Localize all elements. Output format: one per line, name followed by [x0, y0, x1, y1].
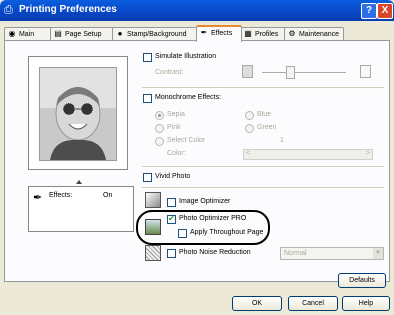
tab-strip: ◉ Main ▤ Page Setup ● Stamp/Background ✒… [4, 25, 390, 42]
image-optimizer-checkbox[interactable] [167, 198, 176, 207]
triangle-indicator [76, 180, 82, 184]
child-photo-image [40, 68, 116, 160]
defaults-button[interactable]: Defaults [338, 273, 386, 288]
pink-radio[interactable] [155, 124, 164, 133]
contrast-slider-track[interactable] [262, 72, 346, 73]
preview-photo [39, 67, 117, 161]
sepia-label: Sepia [167, 111, 185, 118]
effects-info-box: ✒ Effects: On [28, 186, 134, 232]
image-optimizer-icon [145, 192, 161, 208]
preview-frame [28, 56, 128, 170]
effects-info-value: On [103, 192, 113, 199]
simulate-illustration-checkbox[interactable] [143, 53, 152, 62]
monochrome-effects-checkbox[interactable] [143, 94, 152, 103]
maintenance-icon: ⚙ [288, 29, 296, 38]
window-title: Printing Preferences [19, 4, 117, 15]
select-color-radio[interactable] [155, 137, 164, 146]
effects-pen-icon: ✒ [33, 192, 43, 204]
tab-page-setup[interactable]: ▤ Page Setup [50, 27, 114, 40]
page-setup-icon: ▤ [54, 29, 62, 38]
scroll-left-icon[interactable]: < [246, 150, 250, 157]
effects-icon: ✒ [200, 28, 208, 37]
color-label: Color: [167, 150, 186, 157]
profiles-icon: ▦ [244, 29, 252, 38]
highlight-oval [136, 210, 270, 245]
tab-maintenance[interactable]: ⚙ Maintenance [284, 27, 344, 40]
main-icon: ◉ [8, 29, 16, 38]
contrast-high-icon [360, 65, 371, 78]
vivid-photo-checkbox[interactable] [143, 173, 152, 182]
help-title-button[interactable]: ? [361, 3, 377, 19]
stamp-icon: ● [117, 29, 123, 38]
blue-radio[interactable] [245, 111, 254, 120]
divider [142, 87, 384, 89]
close-button[interactable]: X [377, 3, 393, 19]
title-bar: ⎙ Printing Preferences ? X [0, 0, 394, 21]
sepia-radio[interactable] [155, 111, 164, 120]
tab-stamp-background[interactable]: ● Stamp/Background [112, 27, 198, 40]
green-radio[interactable] [245, 124, 254, 133]
scroll-right-icon[interactable]: > [366, 150, 370, 157]
noise-reduction-icon [145, 245, 161, 261]
tab-main[interactable]: ◉ Main [4, 27, 52, 40]
color-value: 1 [280, 137, 284, 144]
contrast-low-icon [242, 65, 253, 78]
blue-label: Blue [257, 111, 272, 118]
ok-button[interactable]: OK [232, 296, 282, 311]
photo-noise-reduction-label: Photo Noise Reduction [179, 249, 251, 256]
help-button[interactable]: Help [342, 296, 390, 311]
image-optimizer-label: Image Optimizer [179, 198, 231, 205]
cancel-button[interactable]: Cancel [288, 296, 338, 311]
select-color-label: Select Color [167, 137, 206, 144]
pink-label: Pink [167, 124, 181, 131]
photo-noise-reduction-checkbox[interactable] [167, 249, 176, 258]
divider [142, 166, 384, 168]
vivid-photo-label: Vivid Photo [155, 173, 191, 180]
effects-info-label: Effects: [49, 192, 73, 199]
simulate-illustration-label: Simulate Illustration [155, 53, 217, 60]
color-scrollbar[interactable]: < > [243, 149, 373, 160]
tab-effects[interactable]: ✒ Effects [196, 25, 242, 42]
contrast-label: Contrast: [155, 69, 184, 76]
divider [142, 187, 384, 189]
contrast-slider-thumb[interactable] [286, 66, 295, 79]
printer-icon: ⎙ [4, 4, 13, 16]
green-label: Green [257, 124, 277, 131]
monochrome-effects-label: Monochrome Effects: [155, 94, 222, 101]
noise-level-select[interactable]: Normal ▼ [280, 247, 384, 260]
chevron-down-icon: ▼ [373, 248, 383, 259]
tab-profiles[interactable]: ▦ Profiles [240, 27, 286, 40]
